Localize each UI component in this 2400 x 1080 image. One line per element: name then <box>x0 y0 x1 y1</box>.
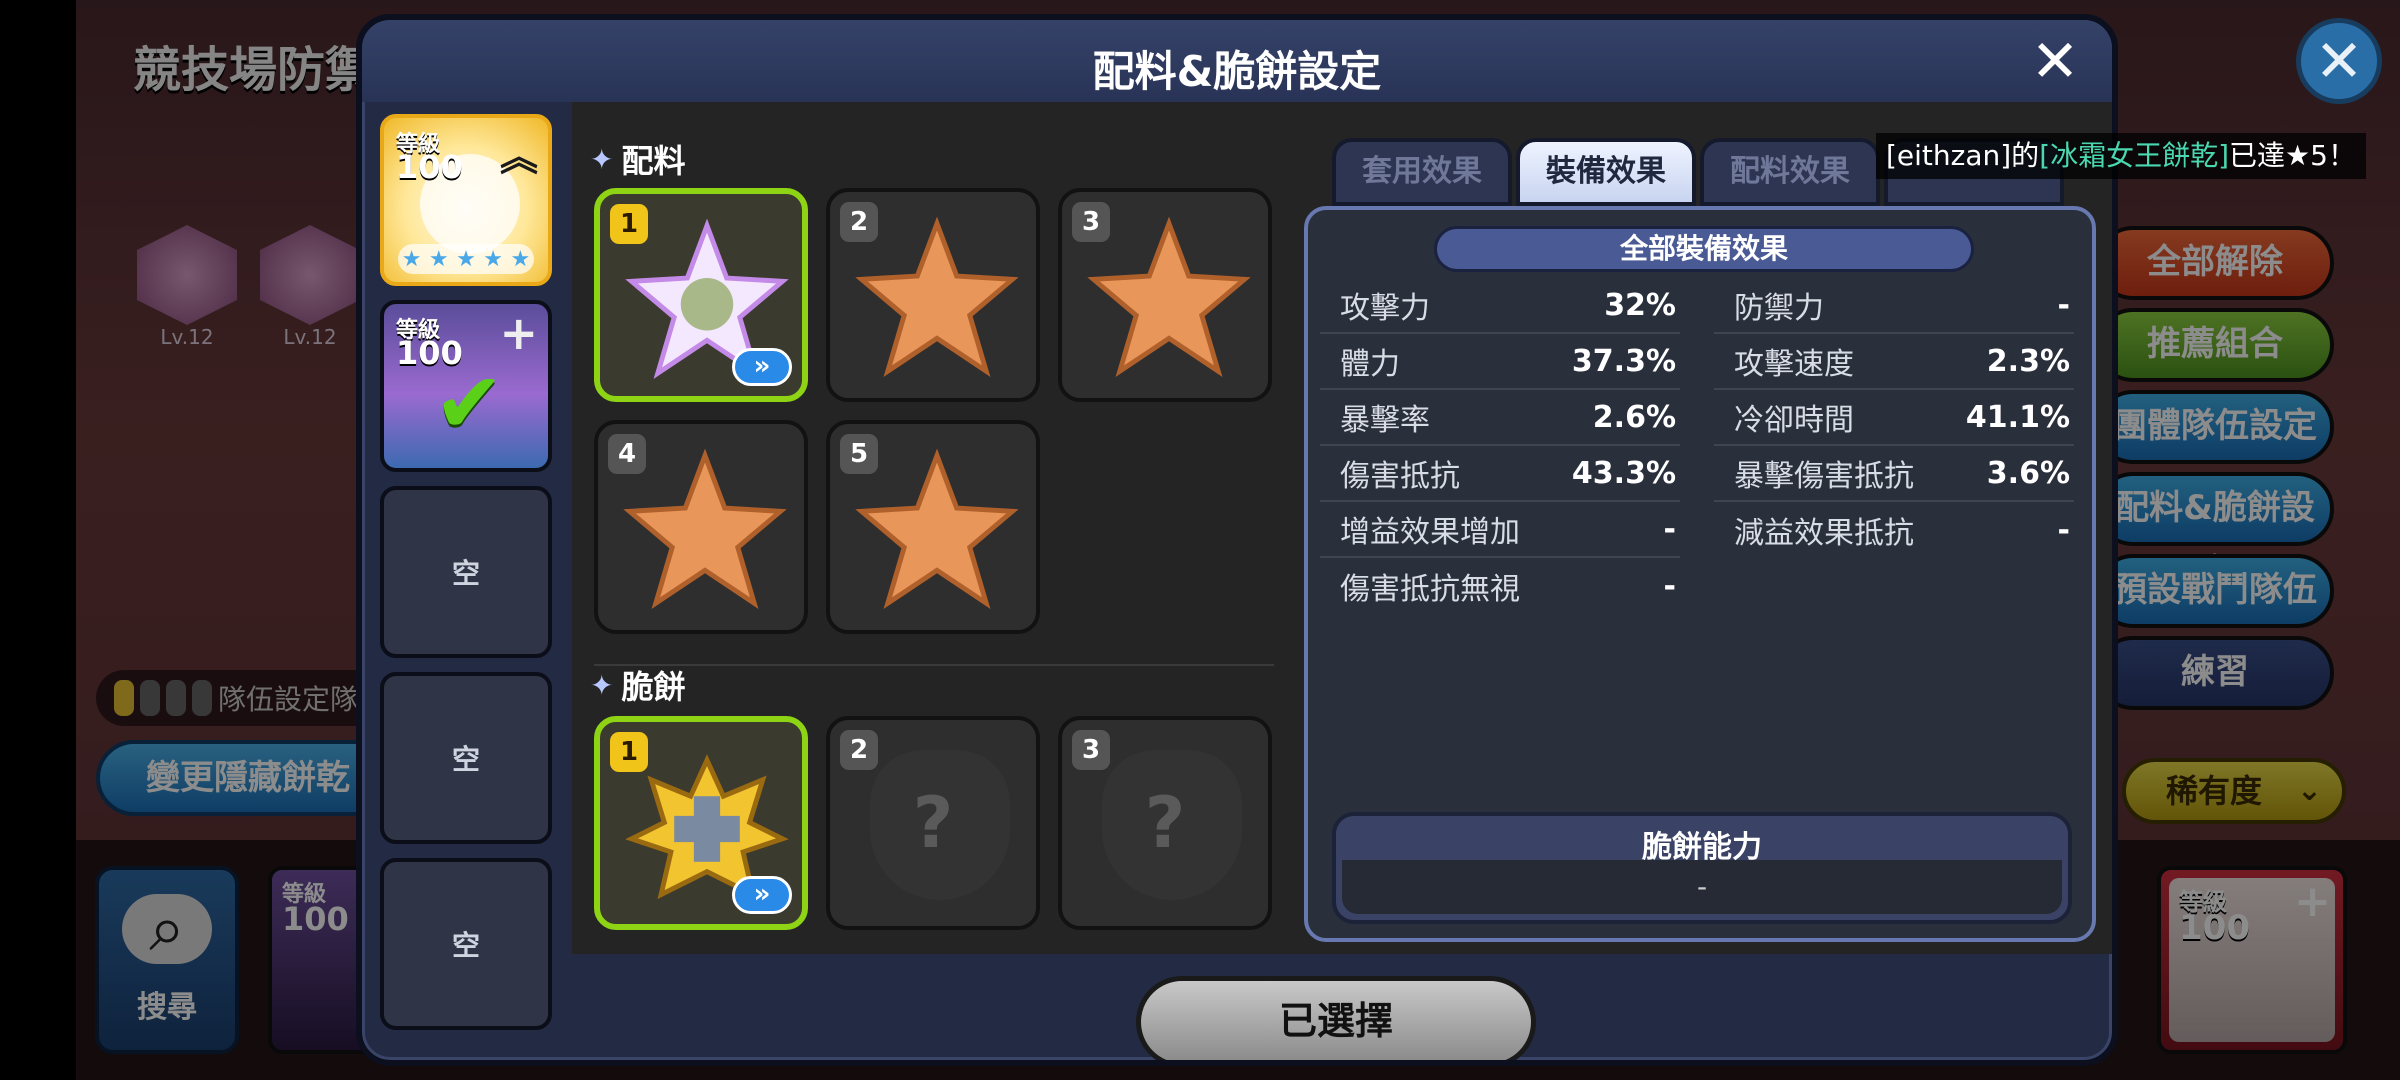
stat-value: 3.6% <box>1986 455 2070 491</box>
stat-row: 防禦力 - <box>1714 278 2074 334</box>
sparkle-icon: ✦ <box>590 668 614 702</box>
stat-value: 2.6% <box>1592 399 1676 435</box>
stat-value: 41.1% <box>1965 399 2070 435</box>
upgrade-icon[interactable]: » <box>732 348 792 386</box>
equip-effects-panel: 全部裝備效果 攻擊力 32% 體力 37.3% 暴擊率 2.6% 傷害抵抗 43… <box>1304 206 2096 942</box>
close-icon: ✕ <box>2314 27 2364 95</box>
selected-button[interactable]: 已選擇 <box>1136 976 1536 1060</box>
biscuit-ability-box: 脆餅能力 - <box>1332 812 2072 924</box>
tab-set-effects[interactable]: 套用效果 <box>1332 138 1512 206</box>
section-divider <box>594 664 1274 666</box>
question-mark-icon: ? <box>912 782 954 864</box>
topping-placeholder-icon <box>855 217 1019 381</box>
cookie-slot-empty[interactable]: 空 <box>380 672 552 844</box>
stat-label: 傷害抵抗 <box>1340 459 1460 494</box>
topping-slot[interactable]: 2 <box>826 188 1040 402</box>
notice-suffix: 已達★5！ <box>2229 139 2356 172</box>
stat-row: 暴擊傷害抵抗 3.6% <box>1714 446 2074 502</box>
stat-row: 傷害抵抗無視 - <box>1320 558 1680 614</box>
stat-value: 2.3% <box>1986 343 2070 379</box>
stat-value: - <box>1663 511 1676 547</box>
cookie-slot-selected[interactable]: 等級 100 ︽ ★ ★ ★ ★ ★ <box>380 114 552 286</box>
biscuit-slot[interactable]: 1 » <box>594 716 808 930</box>
stat-value: 37.3% <box>1571 343 1676 379</box>
upgrade-icon[interactable]: » <box>732 876 792 914</box>
stat-row: 增益效果增加 - <box>1320 502 1680 558</box>
stat-label: 防禦力 <box>1734 291 1824 326</box>
stat-label: 攻擊速度 <box>1734 347 1854 382</box>
chevron-up-icon: ︽ <box>499 135 538 179</box>
background-close-button[interactable]: ✕ <box>2296 18 2382 104</box>
star-icon: ★ <box>456 246 476 272</box>
toppings-label: 配料 <box>621 142 686 180</box>
cookie-selector: 等級 100 ︽ ★ ★ ★ ★ ★ 等級 100 + ✔ 空 空 空 <box>380 114 560 1054</box>
left-letterbox <box>0 0 76 1080</box>
level-value: 100 <box>396 148 463 186</box>
cookie-slot[interactable]: 等級 100 + ✔ <box>380 300 552 472</box>
stat-label: 傷害抵抗無視 <box>1340 572 1520 607</box>
stat-label: 冷卻時間 <box>1734 403 1854 438</box>
notice-highlight: [冰霜女王餅乾] <box>2039 139 2230 172</box>
question-mark-icon: ? <box>1144 782 1186 864</box>
achievement-notice: [eithzan]的[冰霜女王餅乾]已達★5！ <box>1876 133 2366 179</box>
topping-slot[interactable]: 4 <box>594 420 808 634</box>
cookie-slot-empty[interactable]: 空 <box>380 858 552 1030</box>
notice-prefix: [eithzan]的 <box>1886 139 2040 172</box>
topping-placeholder-icon <box>855 449 1019 613</box>
stat-row: 傷害抵抗 43.3% <box>1320 446 1680 502</box>
stat-row: 攻擊速度 2.3% <box>1714 334 2074 390</box>
star-icon: ★ <box>510 246 531 272</box>
cookie-slot-empty[interactable]: 空 <box>380 486 552 658</box>
modal-title: 配料&脆餅設定 <box>1092 47 1382 96</box>
close-icon: ✕ <box>2030 27 2080 95</box>
topping-slot[interactable]: 5 <box>826 420 1040 634</box>
stat-row: 攻擊力 32% <box>1320 278 1680 334</box>
stat-label: 暴擊率 <box>1340 403 1430 438</box>
sparkle-icon: ✦ <box>590 142 614 176</box>
biscuit-section-label: ✦ 脆餅 <box>590 662 685 708</box>
stat-row: 暴擊率 2.6% <box>1320 390 1680 446</box>
stat-value: - <box>1663 568 1676 604</box>
stat-value: - <box>2057 512 2070 548</box>
topping-biscuit-modal: 配料&脆餅設定 ✕ 等級 100 ︽ ★ ★ ★ ★ ★ 等級 100 + ✔ 空 空 … <box>356 14 2118 1066</box>
modal-close-button[interactable]: ✕ <box>2028 32 2082 90</box>
topping-placeholder-icon <box>1087 217 1251 381</box>
slot-number: 2 <box>840 730 878 770</box>
biscuit-label: 脆餅 <box>621 668 686 706</box>
stat-row: 體力 37.3% <box>1320 334 1680 390</box>
topping-slot[interactable]: 3 <box>1058 188 1272 402</box>
stat-label: 增益效果增加 <box>1340 515 1520 550</box>
stat-label: 減益效果抵抗 <box>1734 516 1914 551</box>
stat-label: 暴擊傷害抵抗 <box>1734 459 1914 494</box>
topping-slot[interactable]: 1 » <box>594 188 808 402</box>
stat-value: - <box>2057 287 2070 323</box>
biscuit-slot[interactable]: 3 ? <box>1058 716 1272 930</box>
effects-header: 全部裝備效果 <box>1434 226 1974 272</box>
star-icon: ★ <box>428 246 449 272</box>
biscuit-slot[interactable]: 2 ? <box>826 716 1040 930</box>
tab-topping-effects[interactable]: 配料效果 <box>1700 138 1880 206</box>
ability-value: - <box>1342 860 2062 914</box>
star-rating: ★ ★ ★ ★ ★ <box>398 244 534 274</box>
tab-equip-effects[interactable]: 裝備效果 <box>1516 138 1696 206</box>
toppings-section-label: ✦ 配料 <box>590 136 685 182</box>
stat-row: 減益效果抵抗 - <box>1714 502 2074 558</box>
checkmark-icon: ✔ <box>434 354 505 452</box>
plus-icon: + <box>499 306 538 360</box>
stat-label: 體力 <box>1340 347 1400 382</box>
slot-number: 3 <box>1072 730 1110 770</box>
stat-value: 43.3% <box>1571 455 1676 491</box>
stat-row: 冷卻時間 41.1% <box>1714 390 2074 446</box>
star-icon: ★ <box>483 246 504 272</box>
stat-value: 32% <box>1604 287 1676 323</box>
topping-placeholder-icon <box>623 449 787 613</box>
stat-label: 攻擊力 <box>1340 291 1430 326</box>
star-icon: ★ <box>401 246 422 272</box>
